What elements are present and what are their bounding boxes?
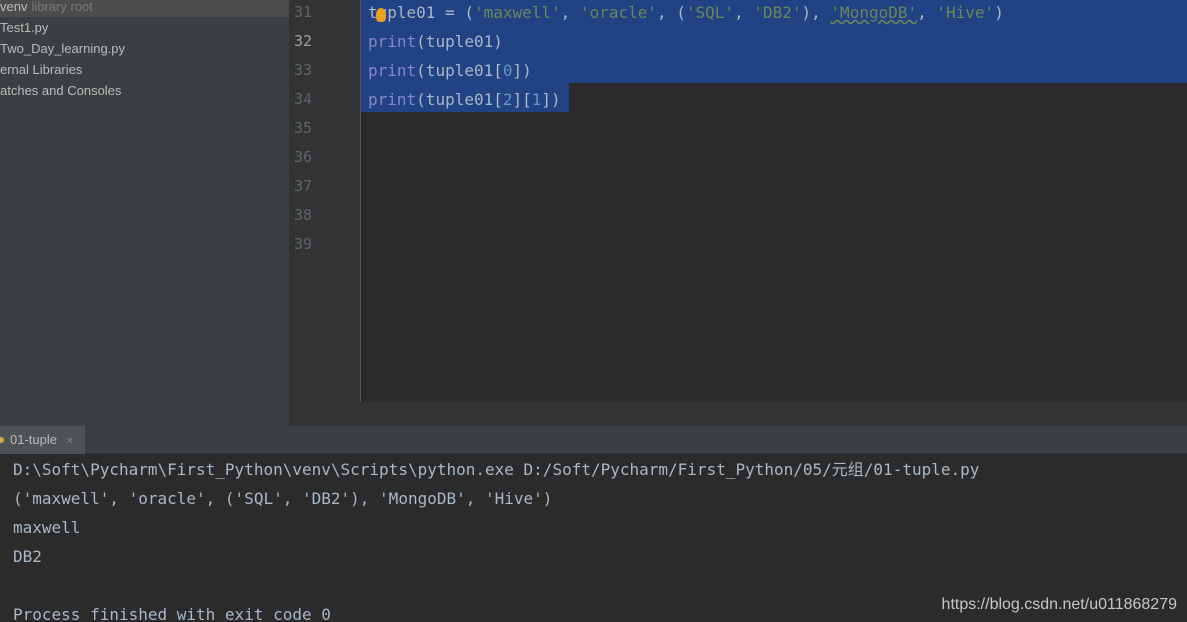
line-number: 33 — [294, 61, 313, 79]
tree-item-label: venv — [0, 0, 28, 14]
line-number: 34 — [294, 90, 313, 108]
console-line: DB2 — [13, 547, 42, 566]
tree-item-label: ernal Libraries — [0, 62, 83, 77]
line-number: 35 — [294, 119, 313, 137]
string-token: 'DB2' — [753, 3, 802, 22]
tree-item-label: Test1.py — [0, 20, 49, 35]
tree-item-label: atches and Consoles — [0, 83, 122, 98]
number-token: 0 — [502, 61, 513, 80]
run-tool-window-tabs: 01-tuple × — [0, 426, 1187, 454]
line-number-current: 32 — [294, 32, 313, 50]
code-token: ]) — [512, 61, 532, 80]
line-number: 31 — [294, 3, 313, 21]
code-token: , ( — [657, 3, 686, 22]
code-token: (tuple01) — [416, 32, 503, 51]
code-token: , — [734, 3, 754, 22]
python-run-icon — [0, 437, 4, 443]
console-line-command: D:\Soft\Pycharm\First_Python\venv\Script… — [13, 460, 980, 479]
code-token: , — [560, 3, 580, 22]
builtin-token: print — [368, 61, 417, 80]
code-line-32[interactable]: print(tuple01) — [368, 27, 503, 56]
console-line: maxwell — [13, 518, 81, 537]
lightbulb-icon[interactable] — [376, 8, 386, 22]
line-number-gutter: 31 32 33 34 35 36 37 38 39 — [289, 0, 361, 402]
number-token: 2 — [502, 90, 513, 109]
run-tab-label: 01-tuple — [10, 432, 57, 447]
string-token: 'Hive' — [936, 3, 995, 22]
code-line-34[interactable]: print(tuple01[2][1]) — [368, 85, 561, 114]
editor-bottom-bar — [289, 402, 1187, 426]
tree-item-two-day-learning[interactable]: Two_Day_learning.py — [0, 39, 125, 59]
string-token: 'oracle' — [579, 3, 657, 22]
code-line-31[interactable]: tuple01 = ('maxwell', 'oracle', ('SQL', … — [368, 0, 1004, 27]
string-token-typo: 'MongoDB' — [830, 3, 918, 22]
tree-item-scratches-consoles[interactable]: atches and Consoles — [0, 81, 121, 101]
code-line-33[interactable]: print(tuple01[0]) — [368, 56, 532, 85]
run-tab-01-tuple[interactable]: 01-tuple × — [0, 426, 86, 454]
tree-item-label: Two_Day_learning.py — [0, 41, 126, 56]
console-line-exit-status: Process finished with exit code 0 — [13, 605, 331, 622]
project-tree-panel: venv library root Test1.py Two_Day_learni… — [0, 0, 289, 426]
run-console-output[interactable]: D:\Soft\Pycharm\First_Python\venv\Script… — [0, 455, 1187, 622]
tree-item-external-libraries[interactable]: ernal Libraries — [0, 60, 82, 80]
code-token: , — [917, 3, 937, 22]
string-token: 'maxwell' — [473, 3, 561, 22]
line-number: 36 — [294, 148, 313, 166]
builtin-token: print — [368, 32, 417, 51]
close-icon[interactable]: × — [67, 435, 73, 447]
console-line: ('maxwell', 'oracle', ('SQL', 'DB2'), 'M… — [13, 489, 553, 508]
line-number: 37 — [294, 177, 313, 195]
library-root-hint: library root — [31, 0, 93, 14]
tree-item-venv[interactable]: venv library root — [0, 0, 289, 17]
code-token: ) — [994, 3, 1004, 22]
line-number: 39 — [294, 235, 313, 253]
tree-item-test1[interactable]: Test1.py — [0, 18, 48, 38]
watermark: https://blog.csdn.net/u011868279 — [941, 596, 1177, 613]
string-token: 'SQL' — [685, 3, 735, 22]
code-token: (tuple01[ — [416, 61, 503, 80]
code-token: ), — [801, 3, 831, 22]
code-token: ][ — [512, 90, 532, 109]
line-number: 38 — [294, 206, 313, 224]
number-token: 1 — [531, 90, 542, 109]
code-token: (tuple01[ — [416, 90, 503, 109]
builtin-token: print — [368, 90, 417, 109]
code-token: ]) — [541, 90, 561, 109]
code-editor[interactable]: tuple01 = ('maxwell', 'oracle', ('SQL', … — [361, 0, 1187, 402]
